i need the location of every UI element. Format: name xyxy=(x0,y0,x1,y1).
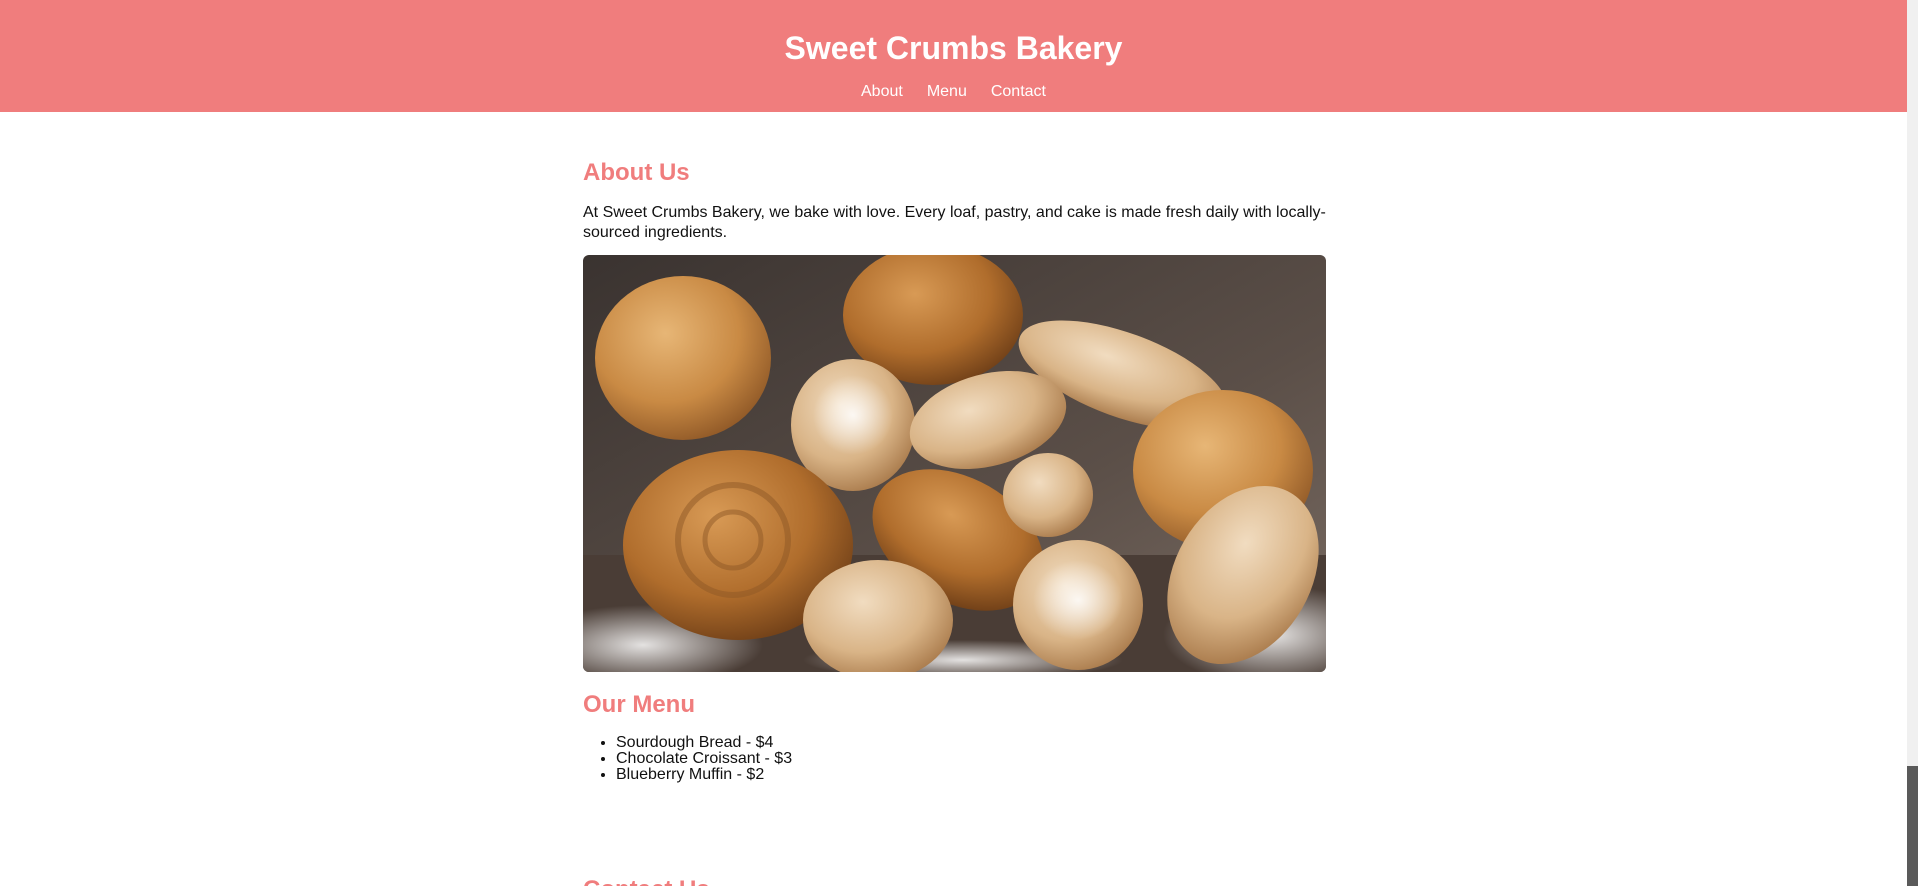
about-section: About Us At Sweet Crumbs Bakery, we bake… xyxy=(583,159,1326,672)
menu-heading: Our Menu xyxy=(583,691,695,718)
about-heading: About Us xyxy=(583,159,690,186)
menu-list: Sourdough Bread - $4 Chocolate Croissant… xyxy=(583,735,1326,783)
nav-link-contact[interactable]: Contact xyxy=(991,82,1046,102)
page: Sweet Crumbs Bakery About Menu Contact A… xyxy=(0,0,1907,886)
nav-link-menu[interactable]: Menu xyxy=(927,82,967,102)
main-nav: About Menu Contact xyxy=(0,82,1907,102)
vertical-scrollbar[interactable] xyxy=(1907,0,1918,886)
menu-item: Blueberry Muffin - $2 xyxy=(616,767,1326,783)
contact-section: Contact Us xyxy=(583,876,1326,886)
site-title: Sweet Crumbs Bakery xyxy=(784,30,1123,66)
about-text: At Sweet Crumbs Bakery, we bake with lov… xyxy=(583,204,1326,241)
scrollbar-thumb[interactable] xyxy=(1907,766,1918,886)
contact-heading: Contact Us xyxy=(583,876,1326,886)
nav-link-about[interactable]: About xyxy=(861,82,903,102)
bread-image xyxy=(583,255,1326,672)
site-header: Sweet Crumbs Bakery About Menu Contact xyxy=(0,0,1907,112)
menu-item: Sourdough Bread - $4 xyxy=(616,735,1326,751)
menu-section: Our Menu Sourdough Bread - $4 Chocolate … xyxy=(583,691,1326,783)
main-content: About Us At Sweet Crumbs Bakery, we bake… xyxy=(583,112,1326,886)
menu-item: Chocolate Croissant - $3 xyxy=(616,751,1326,767)
